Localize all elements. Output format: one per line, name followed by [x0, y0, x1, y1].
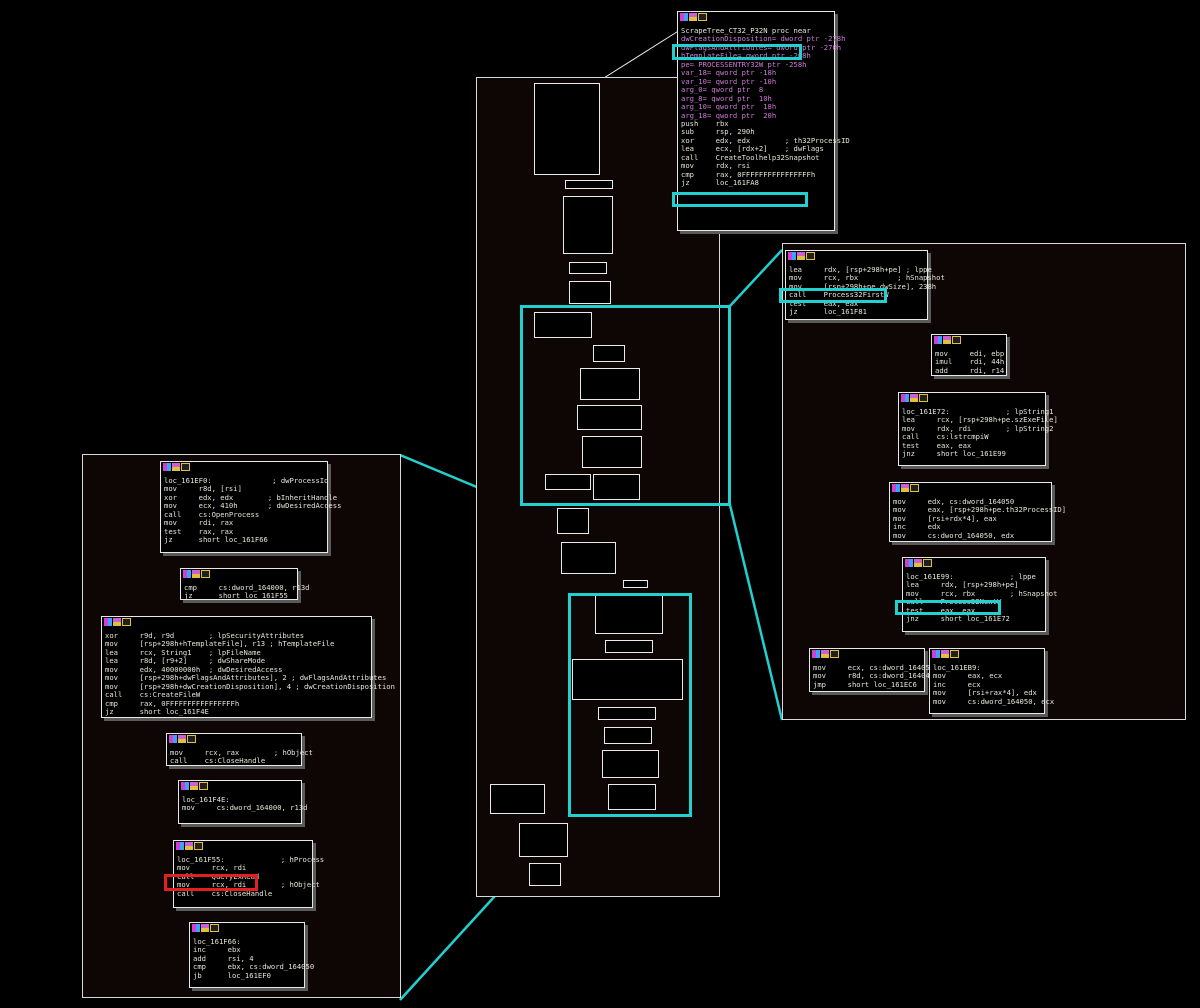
- block-161eb9[interactable]: loc_161EB9: mov eax, ecx inc ecx mov [rsi+r…: [929, 648, 1054, 714]
- asm-line: mov cs:dword_164050, ecx: [933, 696, 1055, 706]
- asm-line: call cs:CloseHandle: [177, 888, 273, 898]
- asm-line: mov cs:dword_164000, r13d: [182, 803, 308, 813]
- highlight-proc-name: [672, 44, 802, 60]
- overview-highlight-loop1: [520, 305, 731, 506]
- block-code: loc_161E99: ; lppe lea rdx, [rsp+298h+pe]…: [906, 572, 1057, 624]
- asm-line: add rdi, r14: [935, 365, 1005, 375]
- overview-highlight-loop2: [568, 593, 692, 817]
- block-code: mov edi, ebp imul rdi, 44h add rdi, r14: [935, 349, 1005, 375]
- overview-node[interactable]: [569, 262, 607, 274]
- block-code: loc_161EF0: ; dwProcessId mov r8d, [rsi] x…: [164, 476, 341, 545]
- overview-node[interactable]: [569, 281, 611, 304]
- block-toolbar[interactable]: [678, 12, 712, 25]
- block-openprocess[interactable]: loc_161EF0: ; dwProcessId mov r8d, [rsi] x…: [160, 461, 341, 553]
- block-toolbar[interactable]: [179, 781, 213, 794]
- asm-line: call cs:CloseHandle: [170, 756, 266, 766]
- block-code: loc_161E72: ; lpString1 lea rcx, [rsp+298…: [902, 407, 1058, 459]
- block-code: mov edx, cs:dword_164050 mov eax, [rsp+29…: [893, 497, 1066, 540]
- block-161f4e[interactable]: loc_161F4E: mov cs:dword_164000, r13d: [178, 780, 308, 824]
- block-toolbar[interactable]: [102, 617, 136, 630]
- asm-line: jmp short loc_161EC6: [813, 679, 917, 689]
- block-code: cmp cs:dword_164000, r13d jz short loc_16…: [184, 583, 310, 601]
- highlight-create-snapshot: [672, 192, 808, 207]
- block-toolbar[interactable]: [181, 569, 215, 582]
- block-code: xor r9d, r9d ; lpSecurityAttributes mov […: [105, 631, 395, 717]
- overview-node[interactable]: [623, 580, 648, 588]
- block-toolbar[interactable]: [932, 335, 966, 348]
- block-code: mov ecx, cs:dword_164050 mov r8d, cs:dwor…: [813, 663, 934, 689]
- overview-node[interactable]: [563, 196, 613, 254]
- block-process32next[interactable]: loc_161E99: ; lppe lea rdx, [rsp+298h+pe]…: [902, 557, 1057, 632]
- block-code: mov rcx, rax ; hObject call cs:CloseHandl…: [170, 748, 313, 766]
- block-store-pid[interactable]: mov edx, cs:dword_164050 mov eax, [rsp+29…: [889, 482, 1066, 542]
- block-toolbar[interactable]: [190, 923, 224, 936]
- asm-line: jnz short loc_161E72: [906, 614, 1010, 624]
- overview-node[interactable]: [519, 823, 568, 857]
- block-toolbar[interactable]: [174, 841, 208, 854]
- block-cmp-164000[interactable]: cmp cs:dword_164000, r13d jz short loc_16…: [180, 568, 310, 600]
- block-lstrcmpi[interactable]: loc_161E72: ; lpString1 lea rcx, [rsp+298…: [898, 392, 1058, 466]
- asm-line: jnz short loc_161E99: [902, 449, 1006, 459]
- block-toolbar[interactable]: [903, 558, 937, 571]
- highlight-process32first: [779, 288, 887, 303]
- block-createfile[interactable]: xor r9d, r9d ; lpSecurityAttributes mov […: [101, 616, 395, 718]
- overview-node[interactable]: [534, 83, 600, 175]
- overview-node[interactable]: [557, 508, 589, 534]
- highlight-process32next: [895, 600, 1001, 615]
- asm-line: jz short loc_161F55: [184, 591, 288, 601]
- asm-line: jz loc_161F81: [789, 307, 867, 317]
- block-toolbar[interactable]: [161, 462, 195, 475]
- block-toolbar[interactable]: [167, 734, 201, 747]
- asm-line: jz short loc_161F66: [164, 535, 268, 545]
- block-toolbar[interactable]: [930, 649, 964, 662]
- asm-line: jz loc_161FA8: [681, 178, 759, 188]
- overview-node[interactable]: [490, 784, 545, 814]
- highlight-queryexread: [164, 874, 258, 891]
- block-toolbar[interactable]: [786, 251, 820, 264]
- block-161f66[interactable]: loc_161F66: inc ebx add rsi, 4 cmp ebx, cs:…: [189, 922, 314, 988]
- block-imul[interactable]: mov edi, ebp imul rdi, 44h add rdi, r14: [931, 334, 1007, 376]
- block-exit-loop[interactable]: mov ecx, cs:dword_164050 mov r8d, cs:dwor…: [809, 648, 934, 692]
- block-process32first[interactable]: lea rdx, [rsp+298h+pe] ; lppe mov rcx, rb…: [785, 250, 945, 320]
- block-code: loc_161F4E: mov cs:dword_164000, r13d: [182, 795, 308, 813]
- asm-line: jz short loc_161F4E: [105, 707, 209, 717]
- block-toolbar[interactable]: [890, 483, 924, 496]
- asm-line: jb loc_161EF0: [193, 970, 271, 980]
- block-toolbar[interactable]: [899, 393, 933, 406]
- block-code: loc_161EB9: mov eax, ecx inc ecx mov [rsi+r…: [933, 663, 1055, 706]
- block-toolbar[interactable]: [810, 649, 844, 662]
- asm-line: mov cs:dword_164050, edx: [893, 530, 1015, 540]
- block-closehandle[interactable]: mov rcx, rax ; hObject call cs:CloseHandl…: [166, 733, 313, 766]
- overview-node[interactable]: [561, 542, 616, 574]
- overview-node[interactable]: [565, 180, 613, 189]
- block-code: loc_161F66: inc ebx add rsi, 4 cmp ebx, cs:…: [193, 937, 314, 980]
- overview-node[interactable]: [529, 863, 561, 886]
